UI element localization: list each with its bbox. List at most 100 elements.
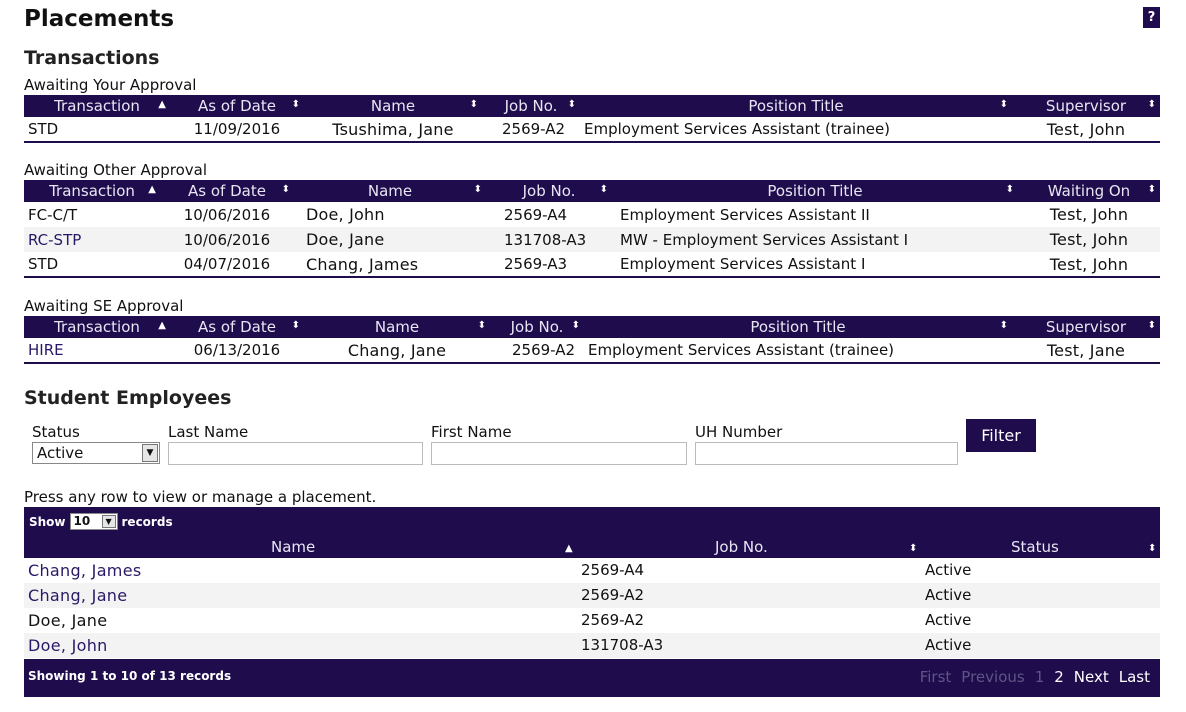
employees-table-body: Chang, James 2569-A4 Active Chang, Jane … (24, 558, 1160, 658)
transaction-cell: RC-STP (24, 227, 160, 252)
name-cell: Doe, Jane (294, 227, 486, 252)
employee-job-no: 131708-A3 (581, 636, 664, 654)
press-row-note: Press any row to view or manage a placem… (24, 488, 377, 506)
sort-asc-icon: ▲ (565, 543, 573, 554)
status-label: Status (32, 423, 80, 441)
employee-status: Active (925, 586, 972, 604)
sort-both-icon: ⬍ (291, 99, 300, 110)
col-header-supervisor[interactable]: Supervisor ⬍ (1012, 316, 1160, 338)
supervisor-cell: Test, Jane (1046, 340, 1126, 360)
chevron-down-icon: ▼ (142, 444, 158, 462)
help-button[interactable]: ? (1143, 7, 1160, 28)
table-row[interactable]: STD 11/09/2016 Tsushima, Jane 2569-A2 Em… (24, 117, 1160, 142)
date-cell: 10/06/2016 (183, 205, 271, 224)
transactions-title: Transactions (24, 47, 160, 69)
col-header-transaction[interactable]: Transaction ▲ (24, 316, 170, 338)
page-size-select[interactable]: 10 ▼ (69, 513, 118, 530)
col-header-position-title[interactable]: Position Title ⬍ (580, 95, 1012, 117)
student-employees-title: Student Employees (24, 387, 232, 409)
col-header-job-no[interactable]: Job No. ⬍ (490, 316, 584, 338)
sort-both-icon: ⬍ (599, 184, 608, 195)
employee-job-no: 2569-A2 (581, 611, 645, 629)
uh-number-input[interactable] (695, 442, 958, 465)
col-header-name[interactable]: Name (271, 538, 315, 556)
col-header-as-of-date[interactable]: As of Date ⬍ (170, 95, 304, 117)
date-cell: 11/09/2016 (193, 120, 281, 138)
table-row[interactable]: Doe, Jane 2569-A2 Active (24, 608, 1160, 633)
position-cell: MW - Employment Services Assistant I (612, 227, 1018, 252)
filter-button[interactable]: Filter (966, 419, 1036, 452)
page-title: Placements (24, 6, 175, 32)
show-records-control: Show 10 ▼ records (29, 513, 173, 530)
sort-both-icon: ⬍ (1147, 99, 1156, 110)
awaiting-your-approval-label: Awaiting Your Approval (24, 76, 197, 94)
sort-asc-icon: ▲ (148, 184, 156, 195)
position-cell: Employment Services Assistant I (620, 255, 866, 273)
col-header-as-of-date[interactable]: As of Date ⬍ (170, 316, 304, 338)
transaction-cell: FC-C/T (28, 205, 78, 224)
pager-previous[interactable]: Previous (961, 668, 1024, 686)
sort-both-icon: ⬍ (571, 320, 580, 331)
status-select-value: Active (37, 444, 84, 462)
pager-page-2[interactable]: 2 (1054, 668, 1064, 686)
se-approval-table: Transaction ▲ As of Date ⬍ Name ⬍ Job No. ⬍ … (24, 316, 1160, 364)
pager-last[interactable]: Last (1119, 668, 1150, 686)
table-row[interactable]: Doe, John 131708-A3 Active (24, 633, 1160, 658)
name-cell: Tsushima, Jane (332, 119, 454, 139)
employee-job-no: 2569-A2 (581, 586, 645, 604)
sort-both-icon: ⬍ (1147, 320, 1156, 331)
col-header-job-no[interactable]: Job No. ⬍ (486, 180, 612, 202)
status-select[interactable]: Active ▼ (32, 442, 160, 464)
name-cell: Chang, James (306, 254, 419, 274)
col-header-as-of-date[interactable]: As of Date ⬍ (160, 180, 294, 202)
name-cell: Doe, John (306, 205, 385, 224)
date-cell: 10/06/2016 (160, 227, 294, 252)
col-header-name[interactable]: Name ⬍ (294, 180, 486, 202)
employee-name[interactable]: Chang, Jane (28, 586, 127, 605)
col-header-position-title[interactable]: Position Title ⬍ (612, 180, 1018, 202)
sort-both-icon: ⬍ (473, 184, 482, 195)
sort-both-icon: ⬍ (477, 320, 486, 331)
employee-name[interactable]: Doe, Jane (28, 611, 107, 630)
col-header-transaction[interactable]: Transaction ▲ (24, 95, 170, 117)
transaction-cell: STD (28, 255, 59, 273)
sort-both-icon: ⬍ (469, 99, 478, 110)
last-name-input[interactable] (168, 442, 423, 465)
table-row[interactable]: RC-STP 10/06/2016 Doe, Jane 131708-A3 MW… (24, 227, 1160, 252)
col-header-name[interactable]: Name ⬍ (304, 95, 482, 117)
table-row[interactable]: FC-C/T 10/06/2016 Doe, John 2569-A4 Empl… (24, 202, 1160, 227)
your-approval-table: Transaction ▲ As of Date ⬍ Name ⬍ Job No. ⬍ … (24, 95, 1160, 143)
employee-name[interactable]: Doe, John (28, 636, 108, 655)
page-size-value: 10 (73, 514, 91, 528)
pager-first[interactable]: First (920, 668, 952, 686)
sort-asc-icon: ▲ (158, 320, 166, 331)
col-header-job-no[interactable]: Job No. (715, 538, 768, 556)
col-header-position-title[interactable]: Position Title ⬍ (584, 316, 1012, 338)
col-header-transaction[interactable]: Transaction ▲ (24, 180, 160, 202)
col-header-name[interactable]: Name ⬍ (304, 316, 490, 338)
table-row[interactable]: HIRE 06/13/2016 Chang, Jane 2569-A2 Empl… (24, 338, 1160, 363)
transaction-cell: STD (28, 120, 59, 138)
pager-next[interactable]: Next (1074, 668, 1109, 686)
other-approval-table: Transaction ▲ As of Date ⬍ Name ⬍ Job No. ⬍ … (24, 180, 1160, 278)
name-cell: Chang, Jane (347, 340, 447, 360)
first-name-input[interactable] (431, 442, 687, 465)
col-header-waiting-on[interactable]: Waiting On ⬍ (1018, 180, 1160, 202)
col-header-status[interactable]: Status (1011, 538, 1059, 556)
pager-page-1[interactable]: 1 (1035, 668, 1045, 686)
last-name-label: Last Name (168, 423, 249, 441)
awaiting-other-approval-label: Awaiting Other Approval (24, 161, 208, 179)
records-info: Showing 1 to 10 of 13 records (28, 669, 232, 683)
col-header-job-no[interactable]: Job No. ⬍ (482, 95, 580, 117)
transaction-cell: HIRE (28, 341, 64, 359)
table-row[interactable]: Chang, Jane 2569-A2 Active (24, 583, 1160, 608)
col-header-supervisor[interactable]: Supervisor ⬍ (1012, 95, 1160, 117)
records-label: records (121, 514, 173, 529)
table-row[interactable]: STD 04/07/2016 Chang, James 2569-A3 Empl… (24, 252, 1160, 277)
uh-number-label: UH Number (695, 423, 783, 441)
sort-both-icon: ⬍ (1147, 184, 1156, 195)
employee-name[interactable]: Chang, James (28, 561, 141, 580)
waiting-on-cell: Test, John (1049, 254, 1129, 274)
table-row[interactable]: Chang, James 2569-A4 Active (24, 558, 1160, 583)
first-name-label: First Name (431, 423, 512, 441)
